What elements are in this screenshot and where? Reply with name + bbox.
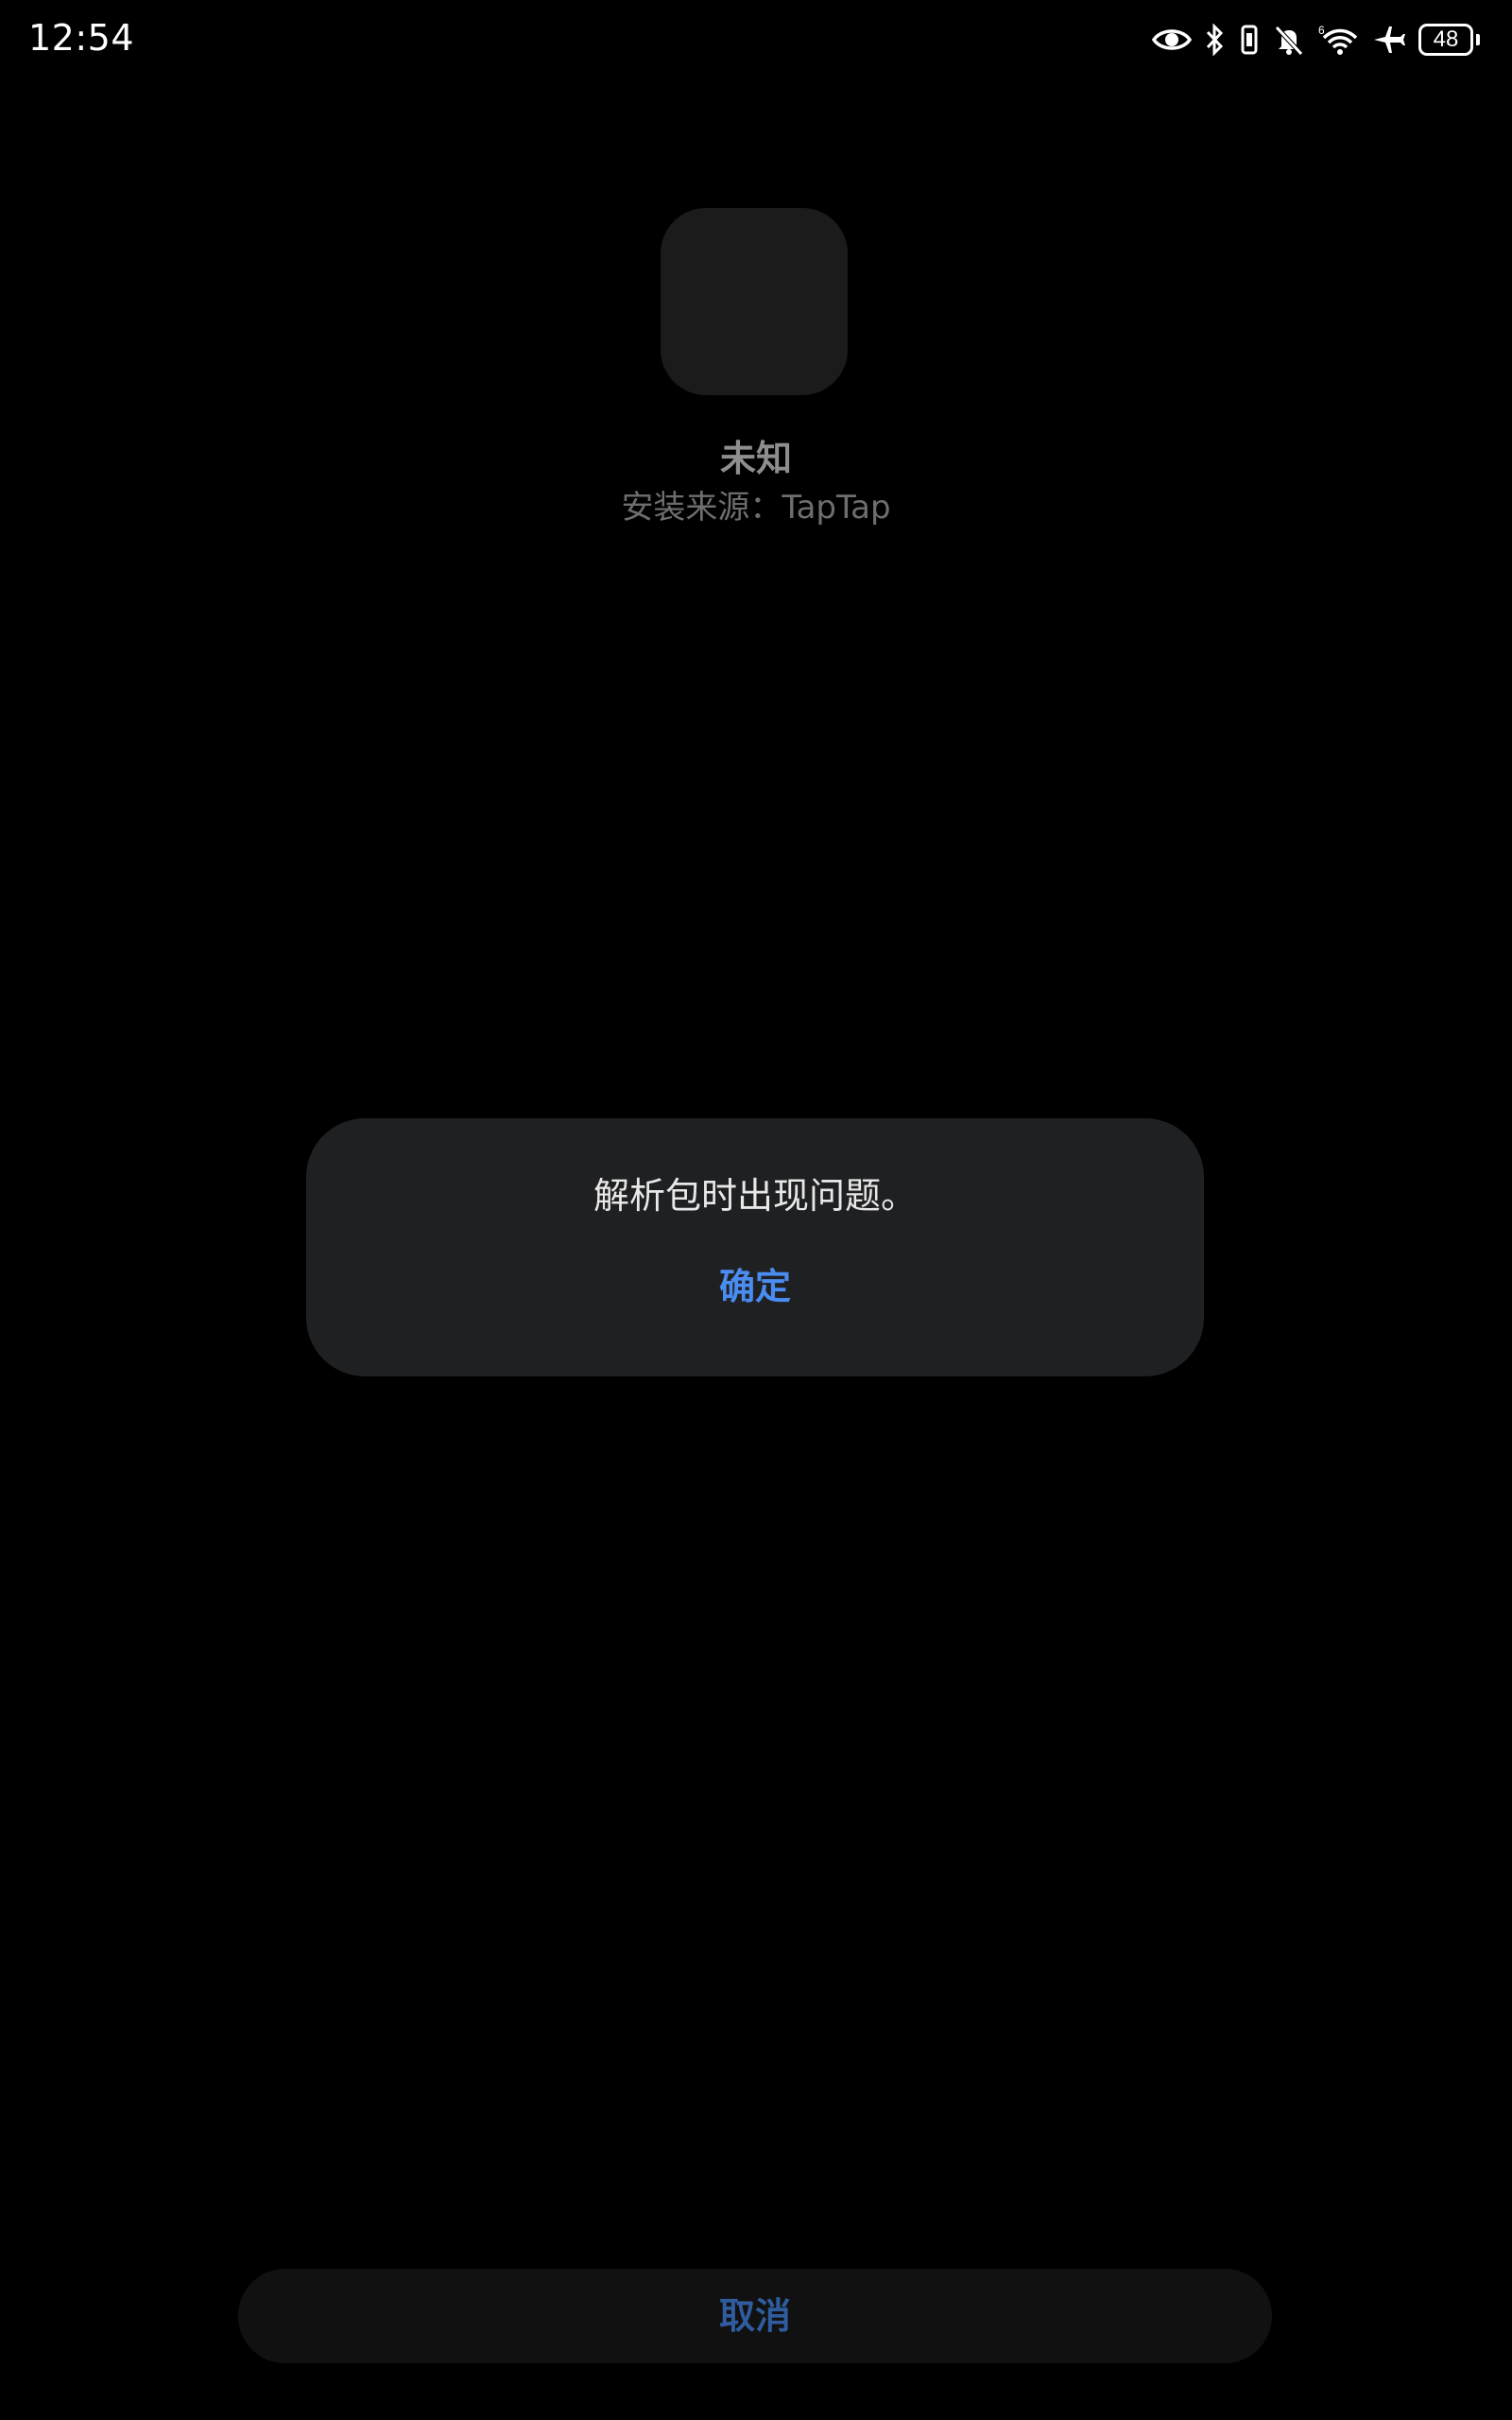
wifi-6-icon: 6	[1318, 23, 1360, 57]
battery-tip	[1476, 34, 1480, 45]
status-time: 12:54	[28, 17, 135, 59]
battery-icon: 48	[1418, 24, 1480, 56]
app-name: 未知	[719, 438, 792, 479]
eye-icon	[1152, 26, 1192, 54]
status-icons: 6 48	[1152, 19, 1480, 60]
vibrate-icon	[1239, 24, 1260, 56]
install-source: 安装来源：TapTap	[621, 489, 891, 527]
status-bar: 12:54 6 48	[0, 0, 1512, 76]
bluetooth-icon	[1205, 24, 1226, 56]
battery-level: 48	[1418, 24, 1473, 56]
confirm-button[interactable]: 确定	[623, 1256, 887, 1317]
error-dialog: 解析包时出现问题。 确定	[306, 1118, 1204, 1376]
airplane-icon	[1373, 24, 1405, 56]
app-icon	[661, 208, 848, 395]
cancel-button[interactable]: 取消	[238, 2269, 1272, 2363]
dialog-message: 解析包时出现问题。	[593, 1175, 917, 1217]
mute-icon	[1273, 24, 1305, 56]
svg-text:6: 6	[1318, 24, 1325, 37]
